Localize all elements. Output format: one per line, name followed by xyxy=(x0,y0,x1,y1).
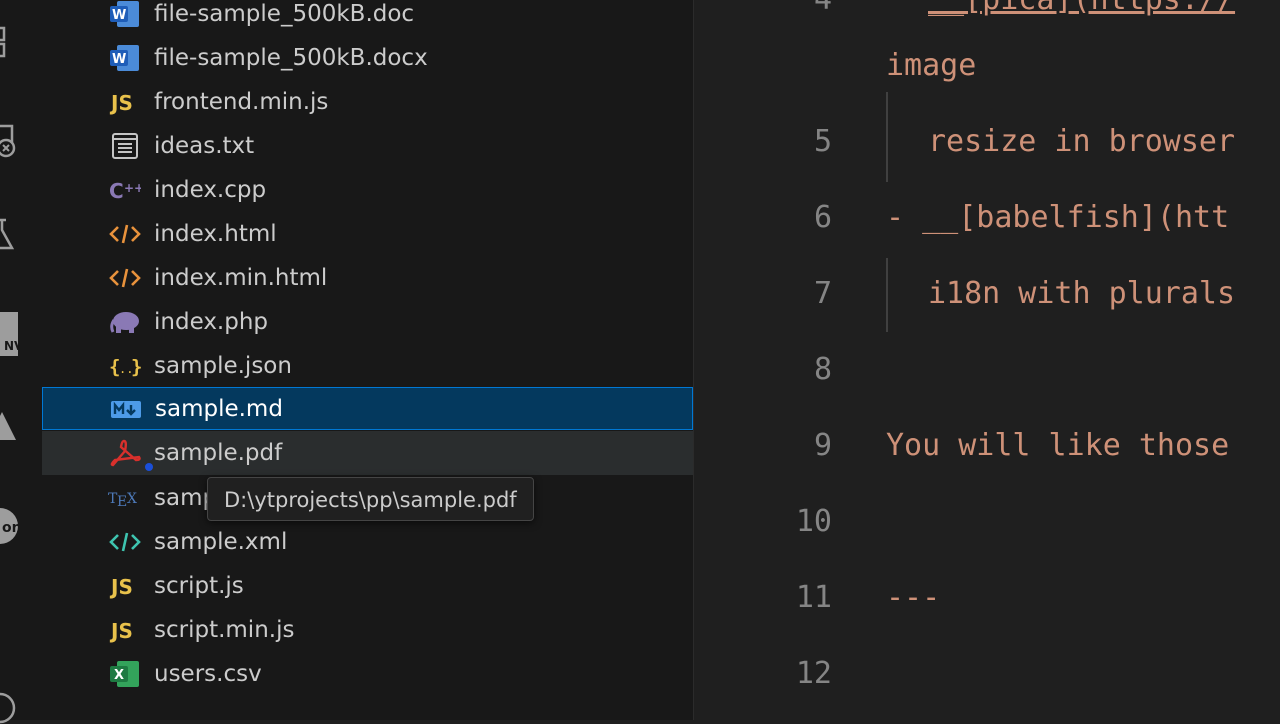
line-number: 6 xyxy=(813,200,832,235)
js-icon: JS xyxy=(108,87,142,117)
svg-text:++: ++ xyxy=(124,181,141,195)
json-icon: {...} xyxy=(108,351,142,381)
file-row[interactable]: W file-sample_500kB.docx xyxy=(42,36,693,80)
file-name: sample.md xyxy=(155,396,283,422)
line-number: 11 xyxy=(795,580,832,615)
svg-text:W: W xyxy=(112,8,126,23)
svg-text:W: W xyxy=(112,52,126,67)
js-icon: JS xyxy=(108,615,142,645)
js-icon: JS xyxy=(108,571,142,601)
file-row[interactable]: W file-sample_500kB.doc xyxy=(42,0,693,36)
code-line: - __[babelfish](htt xyxy=(886,200,1230,235)
file-name: ideas.txt xyxy=(154,133,255,159)
file-name: users.csv xyxy=(154,661,262,687)
file-row[interactable]: {...} sample.json xyxy=(42,344,693,388)
word-icon: W xyxy=(108,0,142,29)
code-line: --- xyxy=(886,580,941,615)
php-elephant-icon xyxy=(108,307,142,337)
svg-text:X: X xyxy=(114,668,124,683)
excel-icon: X xyxy=(108,659,142,689)
file-name: file-sample_500kB.docx xyxy=(154,45,428,71)
code-line: resize in browser xyxy=(928,124,1236,159)
svg-text:on: on xyxy=(2,520,20,536)
svg-text:NV: NV xyxy=(4,339,20,353)
file-row[interactable]: index.min.html xyxy=(42,256,693,300)
git-status-dot xyxy=(145,463,153,471)
file-row[interactable]: JS script.min.js xyxy=(42,608,693,652)
svg-text:}: } xyxy=(131,356,141,378)
file-row[interactable]: index.php xyxy=(42,300,693,344)
line-number: 5 xyxy=(813,124,832,159)
file-row-selected[interactable]: sample.md xyxy=(42,387,693,430)
python-extension-icon[interactable]: on xyxy=(0,506,20,546)
indent-guide xyxy=(886,258,888,332)
html-icon xyxy=(108,263,142,293)
line-number: 9 xyxy=(813,428,832,463)
code-line: You will like those xyxy=(886,428,1230,463)
line-number: 4 xyxy=(752,0,832,17)
text-file-icon xyxy=(108,131,142,161)
extensions-icon[interactable] xyxy=(0,24,20,58)
svg-text:JS: JS xyxy=(109,619,133,643)
file-row[interactable]: C ++ index.cpp xyxy=(42,168,693,212)
file-name: file-sample_500kB.doc xyxy=(154,1,415,27)
markdown-icon xyxy=(109,394,143,424)
file-row[interactable]: ideas.txt xyxy=(42,124,693,168)
indent-guide xyxy=(886,92,888,182)
remote-explorer-icon[interactable] xyxy=(0,124,20,158)
testing-flask-icon[interactable] xyxy=(0,218,20,252)
activity-bar: NV on xyxy=(0,0,42,724)
word-icon: W xyxy=(108,43,142,73)
file-path-tooltip: D:\ytprojects\pp\sample.pdf xyxy=(207,477,534,521)
svg-text:JS: JS xyxy=(109,91,133,115)
file-name: script.min.js xyxy=(154,617,295,643)
file-name: sample.xml xyxy=(154,529,288,555)
deploy-triangle-icon[interactable] xyxy=(0,410,20,444)
markdown-editor[interactable]: 4 __[pica](https:// image 5 resize in br… xyxy=(694,0,1280,720)
env-extension-icon[interactable]: NV xyxy=(0,312,20,356)
svg-text:X: X xyxy=(127,491,137,507)
file-name: index.html xyxy=(154,221,277,247)
svg-text:C: C xyxy=(109,179,124,203)
file-name: sample.pdf xyxy=(154,440,283,466)
tex-icon: TEX xyxy=(108,483,142,513)
file-row-hovered[interactable]: sample.pdf xyxy=(42,431,693,475)
file-row[interactable]: index.html xyxy=(42,212,693,256)
file-row[interactable]: sample.xml xyxy=(42,520,693,564)
svg-text:E: E xyxy=(117,494,127,510)
file-row[interactable]: X users.csv xyxy=(42,652,693,696)
file-row[interactable]: JS script.js xyxy=(42,564,693,608)
cpp-icon: C ++ xyxy=(108,175,142,205)
file-name: frontend.min.js xyxy=(154,89,329,115)
line-number: 8 xyxy=(813,352,832,387)
account-icon[interactable] xyxy=(0,690,20,724)
code-line: __[pica](https:// xyxy=(928,0,1235,17)
file-name: index.min.html xyxy=(154,265,328,291)
code-line: image xyxy=(886,48,977,83)
file-name: script.js xyxy=(154,573,244,599)
line-number: 10 xyxy=(795,504,832,539)
file-name: index.cpp xyxy=(154,177,267,203)
svg-text:JS: JS xyxy=(109,575,133,599)
pdf-icon xyxy=(108,438,142,468)
line-number: 7 xyxy=(813,276,832,311)
line-number: 12 xyxy=(795,656,832,691)
file-row[interactable]: JS frontend.min.js xyxy=(42,80,693,124)
file-name: index.php xyxy=(154,309,269,335)
html-icon xyxy=(108,219,142,249)
code-line: i18n with plurals xyxy=(928,276,1236,311)
file-name: sample.json xyxy=(154,353,292,379)
xml-icon xyxy=(108,527,142,557)
explorer-file-list: W file-sample_500kB.doc W file-sample_50… xyxy=(42,0,694,720)
